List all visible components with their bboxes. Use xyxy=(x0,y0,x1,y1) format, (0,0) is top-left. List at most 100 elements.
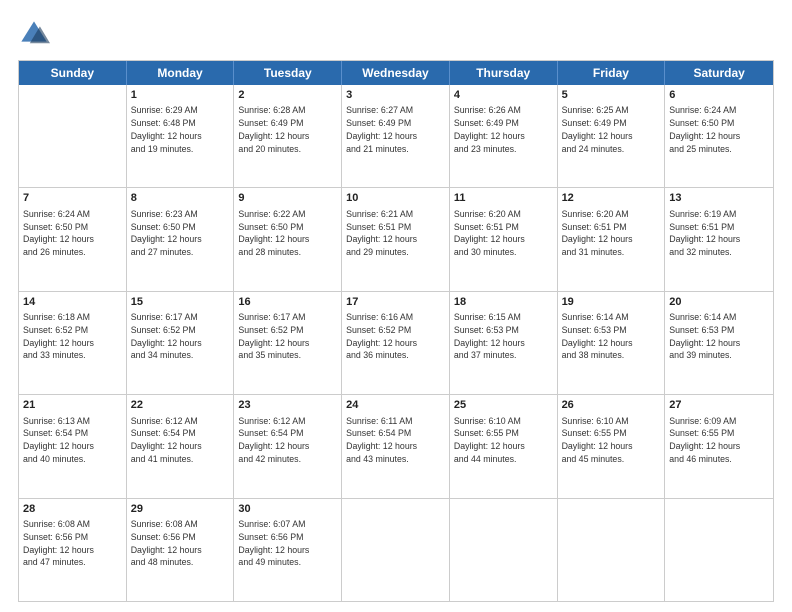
week-row: 7 Sunrise: 6:24 AM Sunset: 6:50 PM Daylig… xyxy=(19,187,773,290)
day-cell: 3Sunrise: 6:27 AM Sunset: 6:49 PM Daylig… xyxy=(342,85,450,187)
day-number: 11 xyxy=(454,191,553,206)
day-number: 28 xyxy=(23,502,122,517)
day-cell: 15Sunrise: 6:17 AM Sunset: 6:52 PM Dayli… xyxy=(127,292,235,394)
header xyxy=(18,18,774,50)
week-row: 21 Sunrise: 6:13 AM Sunset: 6:54 PM Dayli… xyxy=(19,394,773,497)
day-cell: 18Sunrise: 6:15 AM Sunset: 6:53 PM Dayli… xyxy=(450,292,558,394)
day-cell xyxy=(665,499,773,601)
day-info: Sunrise: 6:12 AM Sunset: 6:54 PM Dayligh… xyxy=(238,415,337,466)
page: SundayMondayTuesdayWednesdayThursdayFrid… xyxy=(0,0,792,612)
day-number: 21 xyxy=(23,398,122,413)
day-cell: 19Sunrise: 6:14 AM Sunset: 6:53 PM Dayli… xyxy=(558,292,666,394)
day-cell: 22 Sunrise: 6:12 AM Sunset: 6:54 PM Dayli… xyxy=(127,395,235,497)
day-info: Sunrise: 6:17 AM Sunset: 6:52 PM Dayligh… xyxy=(131,311,230,362)
day-cell xyxy=(19,85,127,187)
day-cell xyxy=(342,499,450,601)
day-cell: 2Sunrise: 6:28 AM Sunset: 6:49 PM Daylig… xyxy=(234,85,342,187)
day-info: Sunrise: 6:10 AM Sunset: 6:55 PM Dayligh… xyxy=(562,415,661,466)
day-number: 23 xyxy=(238,398,337,413)
day-cell: 26 Sunrise: 6:10 AM Sunset: 6:55 PM Dayli… xyxy=(558,395,666,497)
calendar: SundayMondayTuesdayWednesdayThursdayFrid… xyxy=(18,60,774,602)
day-number: 15 xyxy=(131,295,230,310)
day-header-wednesday: Wednesday xyxy=(342,61,450,85)
day-cell: 27Sunrise: 6:09 AM Sunset: 6:55 PM Dayli… xyxy=(665,395,773,497)
day-info: Sunrise: 6:17 AM Sunset: 6:52 PM Dayligh… xyxy=(238,311,337,362)
day-info: Sunrise: 6:26 AM Sunset: 6:49 PM Dayligh… xyxy=(454,104,553,155)
day-info: Sunrise: 6:13 AM Sunset: 6:54 PM Dayligh… xyxy=(23,415,122,466)
day-cell xyxy=(558,499,666,601)
day-number: 8 xyxy=(131,191,230,206)
day-cell: 20Sunrise: 6:14 AM Sunset: 6:53 PM Dayli… xyxy=(665,292,773,394)
day-cell: 7 Sunrise: 6:24 AM Sunset: 6:50 PM Daylig… xyxy=(19,188,127,290)
day-info: Sunrise: 6:12 AM Sunset: 6:54 PM Dayligh… xyxy=(131,415,230,466)
day-cell: 25 Sunrise: 6:10 AM Sunset: 6:55 PM Dayli… xyxy=(450,395,558,497)
day-info: Sunrise: 6:20 AM Sunset: 6:51 PM Dayligh… xyxy=(454,208,553,259)
day-cell: 9 Sunrise: 6:22 AM Sunset: 6:50 PM Daylig… xyxy=(234,188,342,290)
day-header-monday: Monday xyxy=(127,61,235,85)
day-cell: 8Sunrise: 6:23 AM Sunset: 6:50 PM Daylig… xyxy=(127,188,235,290)
day-cell: 23 Sunrise: 6:12 AM Sunset: 6:54 PM Dayli… xyxy=(234,395,342,497)
day-info: Sunrise: 6:27 AM Sunset: 6:49 PM Dayligh… xyxy=(346,104,445,155)
day-cell xyxy=(450,499,558,601)
day-cell: 14Sunrise: 6:18 AM Sunset: 6:52 PM Dayli… xyxy=(19,292,127,394)
day-number: 9 xyxy=(238,191,337,206)
day-number: 16 xyxy=(238,295,337,310)
day-info: Sunrise: 6:25 AM Sunset: 6:49 PM Dayligh… xyxy=(562,104,661,155)
day-number: 5 xyxy=(562,88,661,103)
day-header-friday: Friday xyxy=(558,61,666,85)
day-header-tuesday: Tuesday xyxy=(234,61,342,85)
day-cell: 16Sunrise: 6:17 AM Sunset: 6:52 PM Dayli… xyxy=(234,292,342,394)
day-number: 18 xyxy=(454,295,553,310)
day-info: Sunrise: 6:21 AM Sunset: 6:51 PM Dayligh… xyxy=(346,208,445,259)
day-cell: 11 Sunrise: 6:20 AM Sunset: 6:51 PM Dayli… xyxy=(450,188,558,290)
day-cell: 1Sunrise: 6:29 AM Sunset: 6:48 PM Daylig… xyxy=(127,85,235,187)
day-number: 6 xyxy=(669,88,769,103)
day-number: 1 xyxy=(131,88,230,103)
day-info: Sunrise: 6:22 AM Sunset: 6:50 PM Dayligh… xyxy=(238,208,337,259)
day-info: Sunrise: 6:10 AM Sunset: 6:55 PM Dayligh… xyxy=(454,415,553,466)
week-row: 28Sunrise: 6:08 AM Sunset: 6:56 PM Dayli… xyxy=(19,498,773,601)
day-info: Sunrise: 6:20 AM Sunset: 6:51 PM Dayligh… xyxy=(562,208,661,259)
day-number: 12 xyxy=(562,191,661,206)
day-number: 25 xyxy=(454,398,553,413)
day-number: 13 xyxy=(669,191,769,206)
day-number: 19 xyxy=(562,295,661,310)
day-number: 14 xyxy=(23,295,122,310)
day-cell: 17Sunrise: 6:16 AM Sunset: 6:52 PM Dayli… xyxy=(342,292,450,394)
logo xyxy=(18,18,54,50)
day-number: 22 xyxy=(131,398,230,413)
day-number: 7 xyxy=(23,191,122,206)
week-row: 14Sunrise: 6:18 AM Sunset: 6:52 PM Dayli… xyxy=(19,291,773,394)
day-info: Sunrise: 6:11 AM Sunset: 6:54 PM Dayligh… xyxy=(346,415,445,466)
day-cell: 12 Sunrise: 6:20 AM Sunset: 6:51 PM Dayli… xyxy=(558,188,666,290)
day-number: 30 xyxy=(238,502,337,517)
day-number: 2 xyxy=(238,88,337,103)
day-info: Sunrise: 6:09 AM Sunset: 6:55 PM Dayligh… xyxy=(669,415,769,466)
day-headers: SundayMondayTuesdayWednesdayThursdayFrid… xyxy=(19,61,773,85)
day-info: Sunrise: 6:14 AM Sunset: 6:53 PM Dayligh… xyxy=(562,311,661,362)
day-info: Sunrise: 6:24 AM Sunset: 6:50 PM Dayligh… xyxy=(669,104,769,155)
day-cell: 28Sunrise: 6:08 AM Sunset: 6:56 PM Dayli… xyxy=(19,499,127,601)
day-number: 3 xyxy=(346,88,445,103)
day-info: Sunrise: 6:15 AM Sunset: 6:53 PM Dayligh… xyxy=(454,311,553,362)
day-cell: 10Sunrise: 6:21 AM Sunset: 6:51 PM Dayli… xyxy=(342,188,450,290)
day-cell: 5Sunrise: 6:25 AM Sunset: 6:49 PM Daylig… xyxy=(558,85,666,187)
day-header-saturday: Saturday xyxy=(665,61,773,85)
week-row: 1Sunrise: 6:29 AM Sunset: 6:48 PM Daylig… xyxy=(19,85,773,187)
day-info: Sunrise: 6:24 AM Sunset: 6:50 PM Dayligh… xyxy=(23,208,122,259)
day-number: 26 xyxy=(562,398,661,413)
day-header-thursday: Thursday xyxy=(450,61,558,85)
day-info: Sunrise: 6:08 AM Sunset: 6:56 PM Dayligh… xyxy=(23,518,122,569)
day-number: 20 xyxy=(669,295,769,310)
day-info: Sunrise: 6:29 AM Sunset: 6:48 PM Dayligh… xyxy=(131,104,230,155)
day-info: Sunrise: 6:14 AM Sunset: 6:53 PM Dayligh… xyxy=(669,311,769,362)
day-cell: 24 Sunrise: 6:11 AM Sunset: 6:54 PM Dayli… xyxy=(342,395,450,497)
day-cell: 4Sunrise: 6:26 AM Sunset: 6:49 PM Daylig… xyxy=(450,85,558,187)
day-header-sunday: Sunday xyxy=(19,61,127,85)
day-cell: 21 Sunrise: 6:13 AM Sunset: 6:54 PM Dayli… xyxy=(19,395,127,497)
day-cell: 29Sunrise: 6:08 AM Sunset: 6:56 PM Dayli… xyxy=(127,499,235,601)
day-cell: 6Sunrise: 6:24 AM Sunset: 6:50 PM Daylig… xyxy=(665,85,773,187)
day-cell: 30Sunrise: 6:07 AM Sunset: 6:56 PM Dayli… xyxy=(234,499,342,601)
day-info: Sunrise: 6:19 AM Sunset: 6:51 PM Dayligh… xyxy=(669,208,769,259)
day-number: 24 xyxy=(346,398,445,413)
